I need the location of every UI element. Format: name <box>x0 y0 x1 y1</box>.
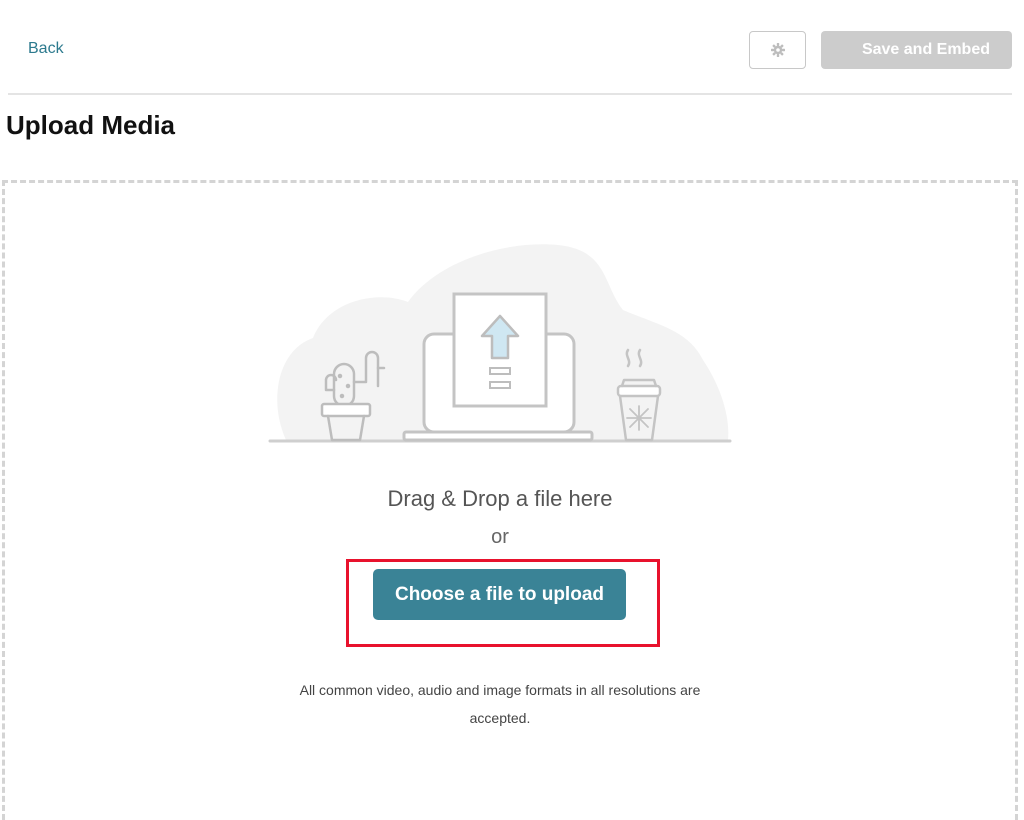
save-and-embed-button[interactable]: Save and Embed <box>821 31 1012 69</box>
header-divider <box>8 93 1012 95</box>
settings-button[interactable] <box>749 31 806 69</box>
back-link[interactable]: Back <box>28 40 64 58</box>
or-text: or <box>491 526 509 548</box>
choose-file-button[interactable]: Choose a file to upload <box>373 569 626 620</box>
upload-illustration <box>268 244 732 443</box>
top-bar: Back Save and Embed <box>0 0 1024 95</box>
drag-drop-text: Drag & Drop a file here <box>387 486 613 511</box>
document-upload-icon <box>452 292 548 408</box>
page-title: Upload Media <box>6 110 176 140</box>
accepted-formats-text: All common video, audio and image format… <box>299 682 701 726</box>
gear-icon <box>770 43 785 57</box>
